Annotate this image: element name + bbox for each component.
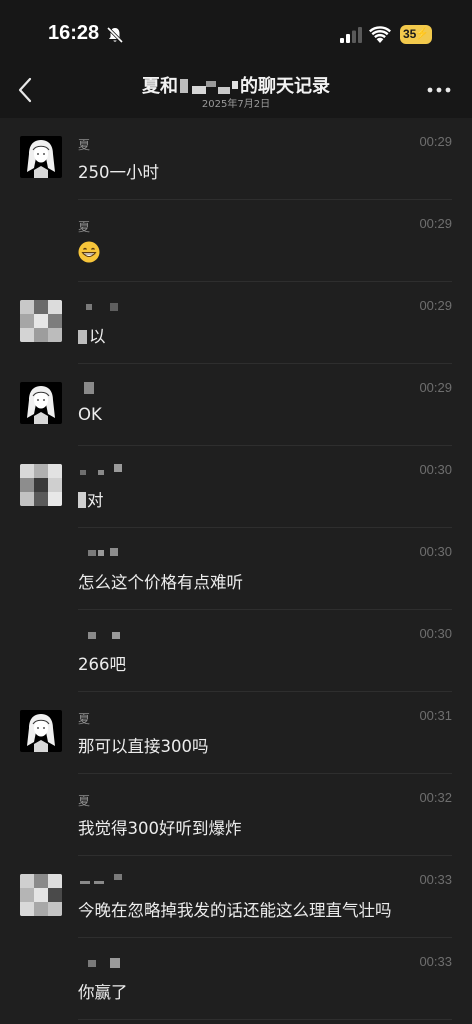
message-text (78, 241, 100, 263)
message-time: 00:29 (419, 380, 452, 395)
message-time: 00:31 (419, 708, 452, 723)
sender-name-redacted (78, 300, 118, 314)
sender-name-redacted (78, 628, 124, 642)
message-row[interactable]: 夏 00:29 250一小时 (0, 118, 472, 200)
message-time: 00:33 (419, 872, 452, 887)
message-row[interactable]: 00:29 OK (0, 364, 472, 446)
avatar[interactable] (20, 136, 62, 178)
sender-name: 夏 (78, 712, 91, 726)
status-bar: 16:28 35 ⚡ (0, 0, 472, 64)
sender-name: 夏 (78, 794, 91, 808)
sender-name-redacted (78, 956, 124, 970)
sender-name-redacted (78, 382, 98, 396)
message-text: 那可以直接300吗 (78, 737, 209, 756)
avatar[interactable] (20, 382, 62, 424)
girl-avatar-icon (20, 382, 62, 424)
message-text: 怎么这个价格有点难听 (78, 573, 243, 592)
avatar[interactable] (20, 874, 62, 916)
avatar[interactable] (20, 300, 62, 342)
battery-icon: 35 ⚡ (400, 25, 432, 44)
message-row[interactable]: 00:29 以 (0, 282, 472, 364)
message-row[interactable]: 夏 00:31 那可以直接300吗 (0, 692, 472, 774)
message-row[interactable]: 00:33 今晚在忽略掉我发的话还能这么理直气壮吗 (0, 856, 472, 938)
message-text: 266吧 (78, 655, 126, 674)
girl-avatar-icon (20, 710, 62, 752)
message-row[interactable]: 00:30 对 (0, 446, 472, 528)
status-time: 16:28 (48, 22, 100, 44)
wifi-icon (369, 26, 391, 43)
more-icon[interactable] (427, 86, 451, 94)
grinning-face-icon (78, 241, 100, 263)
message-row[interactable]: 00:30 266吧 (0, 610, 472, 692)
nav-bar: 夏和 的聊天记录 2025年7月2日 (0, 64, 472, 118)
avatar[interactable] (20, 464, 62, 506)
avatar[interactable] (20, 710, 62, 752)
message-text: 对 (78, 487, 104, 511)
page-title-prefix: 夏和 (142, 76, 178, 97)
redacted-name-mosaic (178, 77, 240, 95)
message-time: 00:30 (419, 626, 452, 641)
message-text: 250一小时 (78, 163, 159, 182)
message-text: 你赢了 (78, 983, 128, 1002)
charging-bolt-icon: ⚡ (415, 28, 429, 40)
message-time: 00:30 (419, 462, 452, 477)
message-text-visible: 对 (87, 491, 104, 510)
message-text-visible: 以 (89, 327, 106, 346)
message-row[interactable]: 夏 00:29 (0, 200, 472, 282)
divider (78, 1019, 452, 1020)
sender-name-redacted (78, 546, 118, 560)
message-text: 今晚在忽略掉我发的话还能这么理直气壮吗 (78, 901, 392, 920)
message-time: 00:32 (419, 790, 452, 805)
sender-name-redacted (78, 464, 124, 478)
message-text: OK (78, 405, 102, 424)
page-title-suffix: 的聊天记录 (240, 76, 330, 97)
signal-icon (340, 27, 362, 43)
message-time: 00:33 (419, 954, 452, 969)
message-row[interactable]: 00:33 你赢了 (0, 938, 472, 1020)
bell-off-icon (106, 26, 124, 44)
page-subtitle-date: 2025年7月2日 (201, 99, 271, 110)
message-row[interactable]: 00:30 怎么这个价格有点难听 (0, 528, 472, 610)
message-time: 00:29 (419, 216, 452, 231)
girl-avatar-icon (20, 136, 62, 178)
sender-name: 夏 (78, 220, 91, 234)
sender-name-redacted (78, 874, 124, 888)
message-text: 以 (78, 323, 106, 347)
message-list[interactable]: 夏 00:29 250一小时 夏 00:29 00:29 以 00:29 OK … (0, 118, 472, 1024)
message-time: 00:30 (419, 544, 452, 559)
sender-name: 夏 (78, 138, 91, 152)
message-text: 我觉得300好听到爆炸 (78, 819, 242, 838)
message-time: 00:29 (419, 134, 452, 149)
message-row[interactable]: 夏 00:32 我觉得300好听到爆炸 (0, 774, 472, 856)
message-time: 00:29 (419, 298, 452, 313)
